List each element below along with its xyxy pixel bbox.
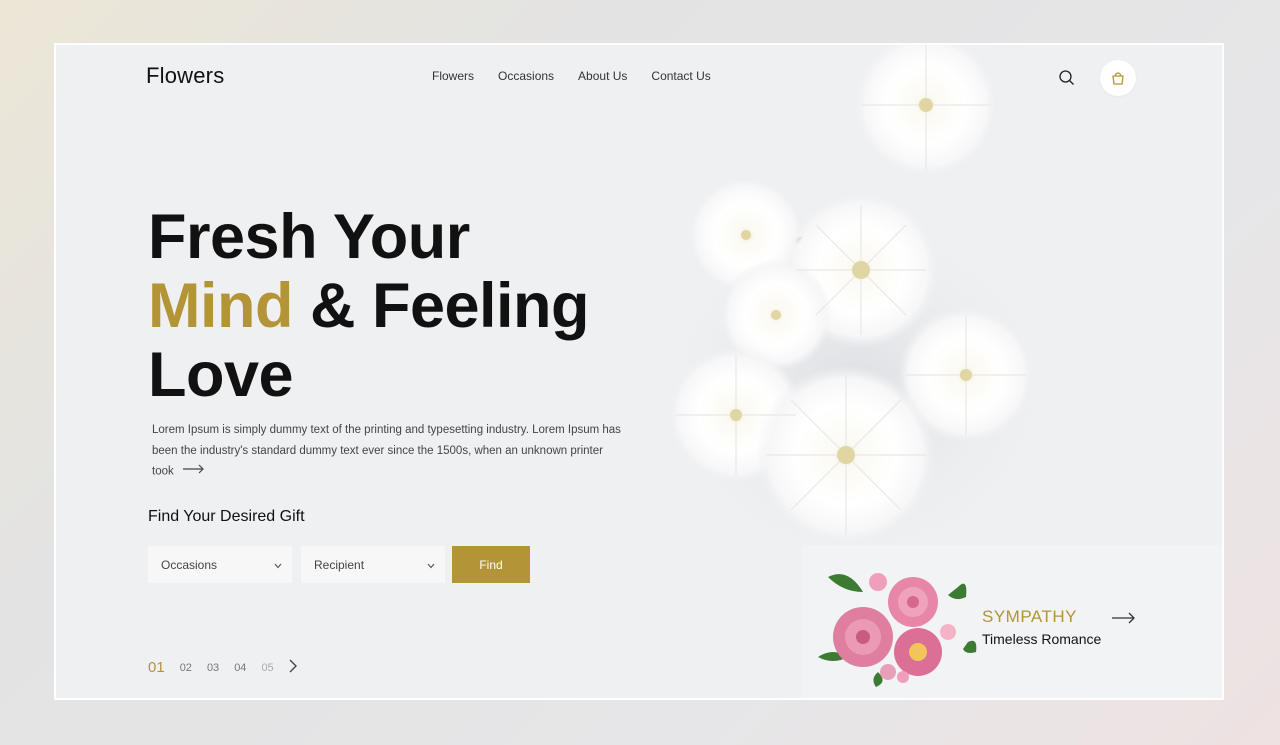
chevron-right-icon[interactable] — [289, 659, 297, 676]
search-icon[interactable] — [1058, 69, 1076, 87]
page-2[interactable]: 02 — [180, 662, 192, 674]
hero-title-line1: Fresh Your — [148, 202, 470, 272]
page-5[interactable]: 05 — [261, 662, 273, 674]
occasions-select-value: Occasions — [161, 557, 218, 572]
hero-title: Fresh Your Mind & Feeling Love — [148, 202, 590, 410]
hero-title-highlight: Mind — [148, 271, 293, 341]
hero-flowers-image — [626, 45, 1086, 580]
promo-card[interactable]: SYMPATHY Timeless Romance — [802, 545, 1222, 698]
recipient-select-value: Recipient — [314, 557, 365, 572]
find-button[interactable]: Find — [452, 546, 530, 583]
hero-description: Lorem Ipsum is simply dummy text of the … — [152, 420, 622, 482]
recipient-select[interactable]: Recipient — [301, 546, 445, 583]
cart-button[interactable] — [1100, 60, 1136, 96]
hero-title-line2: & Feeling — [292, 271, 590, 341]
page-1[interactable]: 01 — [148, 659, 165, 676]
occasions-select[interactable]: Occasions — [148, 546, 292, 583]
hero-description-text: Lorem Ipsum is simply dummy text of the … — [152, 424, 621, 478]
promo-eyebrow: SYMPATHY — [982, 607, 1077, 626]
arrow-right-icon[interactable] — [1112, 611, 1136, 629]
page-4[interactable]: 04 — [234, 662, 246, 674]
nav-item-occasions[interactable]: Occasions — [498, 69, 554, 83]
rose-bouquet-image — [818, 573, 977, 687]
promo-title: Timeless Romance — [982, 631, 1102, 647]
page-frame: Flowers Flowers Occasions About Us Conta… — [54, 43, 1224, 700]
chevron-down-icon — [427, 558, 435, 572]
brand-logo[interactable]: Flowers — [146, 63, 224, 89]
nav-item-about-us[interactable]: About Us — [578, 69, 627, 83]
chevron-down-icon — [274, 558, 282, 572]
pagination: 01 02 03 04 05 — [148, 659, 297, 676]
page-3[interactable]: 03 — [207, 662, 219, 674]
nav-item-flowers[interactable]: Flowers — [432, 69, 474, 83]
gift-finder-title: Find Your Desired Gift — [148, 508, 305, 525]
hero-title-line3: Love — [148, 340, 294, 410]
shopping-bag-icon — [1112, 72, 1124, 85]
arrow-right-icon[interactable] — [182, 461, 205, 482]
